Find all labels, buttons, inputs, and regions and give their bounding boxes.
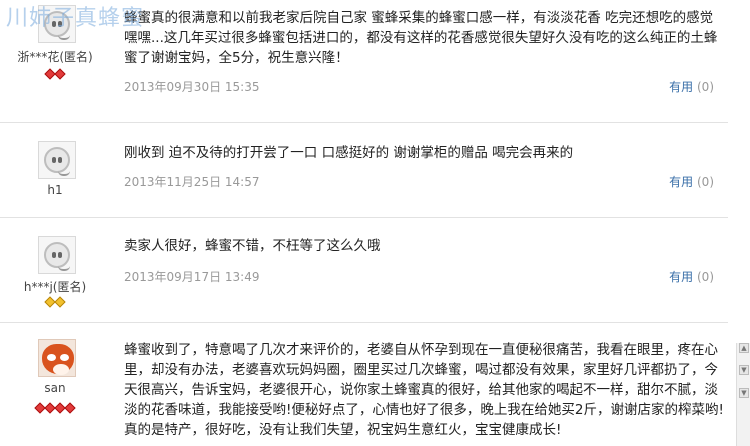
useful-vote[interactable]: 有用 (0) (669, 78, 714, 95)
useful-vote[interactable]: 有用 (0) (669, 173, 714, 190)
scroll-down-icon[interactable]: ▼ (739, 388, 749, 398)
scroll-thumb[interactable]: ▼ (739, 365, 749, 375)
default-avatar-icon (44, 147, 70, 176)
reviewer-info: san (0, 323, 110, 446)
useful-count: (0) (697, 270, 714, 284)
store-watermark: 川姉子真蜂蜜 (6, 6, 145, 31)
red-heart-icon (54, 68, 66, 80)
reviewer-info: h1 (0, 123, 110, 217)
review-item: san 蜂蜜收到了，特意喝了几次才来评价的，老婆自从怀孕到现在一直便秘很痛苦，我… (0, 323, 728, 446)
useful-button[interactable]: 有用 (669, 270, 693, 284)
reviewer-name[interactable]: h1 (0, 183, 110, 197)
fox-avatar-icon (42, 344, 74, 375)
useful-button[interactable]: 有用 (669, 175, 693, 189)
useful-count: (0) (697, 80, 714, 94)
useful-button[interactable]: 有用 (669, 80, 693, 94)
useful-vote[interactable]: 有用 (0) (669, 268, 714, 285)
review-item: h***j(匿名) 卖家人很好，蜂蜜不错，不枉等了这么久哦 2013年09月17… (0, 218, 728, 323)
review-text: 蜂蜜真的很满意和以前我老家后院自己家 蜜蜂采集的蜂蜜口感一样，有淡淡花香 吃完还… (124, 10, 718, 66)
page-scrollbar[interactable]: ▲ ▼ ▼ (736, 343, 750, 446)
review-date: 2013年09月30日 15:35 (124, 80, 260, 94)
reviewer-name[interactable]: san (0, 381, 110, 395)
reviewer-name[interactable]: h***j(匿名) (0, 278, 110, 295)
review-text: 卖家人很好，蜂蜜不错，不枉等了这么久哦 (124, 238, 381, 254)
useful-count: (0) (697, 175, 714, 189)
gold-diamond-icon (54, 296, 66, 308)
avatar[interactable] (38, 339, 76, 377)
reviewer-info: h***j(匿名) (0, 218, 110, 322)
avatar[interactable] (38, 236, 76, 274)
reviewer-name[interactable]: 浙***花(匿名) (0, 48, 110, 65)
review-item: h1 刚收到 迫不及待的打开尝了一口 口感挺好的 谢谢掌柜的赠品 喝完会再来的 … (0, 123, 728, 218)
default-avatar-icon (44, 242, 70, 271)
review-text: 蜂蜜收到了，特意喝了几次才来评价的，老婆自从怀孕到现在一直便秘很痛苦，我看在眼里… (124, 342, 724, 438)
red-heart-icon (64, 402, 76, 414)
review-text: 刚收到 迫不及待的打开尝了一口 口感挺好的 谢谢掌柜的赠品 喝完会再来的 (124, 145, 574, 161)
buyer-credit-badges (0, 401, 110, 415)
review-date: 2013年09月17日 13:49 (124, 270, 260, 284)
buyer-credit-badges (0, 295, 110, 309)
review-date: 2013年11月25日 14:57 (124, 175, 260, 189)
avatar[interactable] (38, 141, 76, 179)
buyer-credit-badges (0, 67, 110, 81)
scroll-up-icon[interactable]: ▲ (739, 343, 749, 353)
